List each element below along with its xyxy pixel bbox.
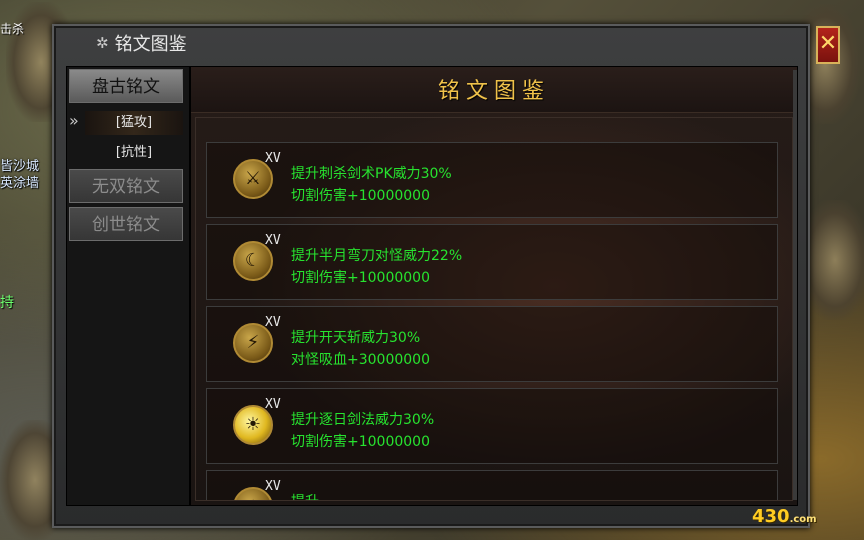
item-effect-secondary: 切割伤害+10000000 [291, 270, 430, 286]
list-scrollbar[interactable] [793, 70, 797, 500]
item-effect-secondary: 切割伤害+10000000 [291, 188, 430, 204]
item-effect-secondary: 对怪吸血+30000000 [291, 352, 430, 368]
logo-suffix: .com [789, 514, 817, 525]
logo-text: 430 [752, 506, 790, 527]
item-level: XV [265, 315, 281, 330]
background-left-text: 皆沙城 英涂墙 [0, 158, 48, 192]
window-title: 铭文图鉴 [114, 34, 187, 55]
list-item[interactable]: ⚔ XV 提升刺杀剑术PK威力30% 切割伤害+10000000 [206, 142, 778, 218]
close-button[interactable]: ✕ [816, 26, 840, 64]
panel-title: 铭文图鉴 [437, 79, 550, 104]
inscription-list[interactable]: ⚔ XV 提升刺杀剑术PK威力30% 切割伤害+10000000 ☾ XV 提升… [195, 117, 793, 501]
list-item[interactable]: ⚡ XV 提升开天斩威力30% 对怪吸血+30000000 [206, 306, 778, 382]
item-level: XV [265, 151, 281, 166]
item-effect-primary: 提升刺杀剑术PK威力30% [291, 166, 452, 182]
tab-chuangshi-inscription[interactable]: 创世铭文 [69, 207, 183, 241]
tab-wushuang-inscription[interactable]: 无双铭文 [69, 169, 183, 203]
subtab-resistance[interactable]: [抗性] [85, 141, 183, 165]
category-sidebar: 盘古铭文 » [猛攻] [抗性] 无双铭文 创世铭文 [66, 66, 190, 506]
item-effect-primary: 提升半月弯刀对怪威力22% [291, 248, 463, 264]
item-level: XV [265, 233, 281, 248]
background-left-text-line: 英涂墙 [0, 176, 40, 191]
list-item[interactable]: ☀ XV 提升逐日剑法威力30% 切割伤害+10000000 [206, 388, 778, 464]
item-level: XV [265, 479, 281, 494]
subtab-offense[interactable]: [猛攻] [85, 111, 183, 135]
settings-icon: ✲ [96, 34, 109, 52]
site-logo: 430.com [752, 506, 817, 527]
background-left-text-line: 皆沙城 [0, 159, 40, 174]
list-item[interactable]: ✦ XV 提升... [206, 470, 778, 500]
list-item[interactable]: ☾ XV 提升半月弯刀对怪威力22% 切割伤害+10000000 [206, 224, 778, 300]
tab-pangu-inscription[interactable]: 盘古铭文 [69, 69, 183, 103]
item-effect-primary: 提升... [291, 491, 332, 500]
selected-chevron-icon: » [69, 111, 79, 130]
background-top-left-text: 击杀 [0, 22, 25, 36]
background-left-green-text: 持 [0, 295, 14, 311]
inscription-list-panel: 铭文图鉴 ⚔ XV 提升刺杀剑术PK威力30% 切割伤害+10000000 ☾ … [190, 66, 798, 506]
item-effect-primary: 提升开天斩威力30% [291, 330, 421, 346]
panel-header: 铭文图鉴 [191, 67, 797, 113]
item-level: XV [265, 397, 281, 412]
window-title-bar: ✲ 铭文图鉴 [54, 26, 214, 60]
item-effect-primary: 提升逐日剑法威力30% [291, 412, 435, 428]
item-effect-secondary: 切割伤害+10000000 [291, 434, 430, 450]
